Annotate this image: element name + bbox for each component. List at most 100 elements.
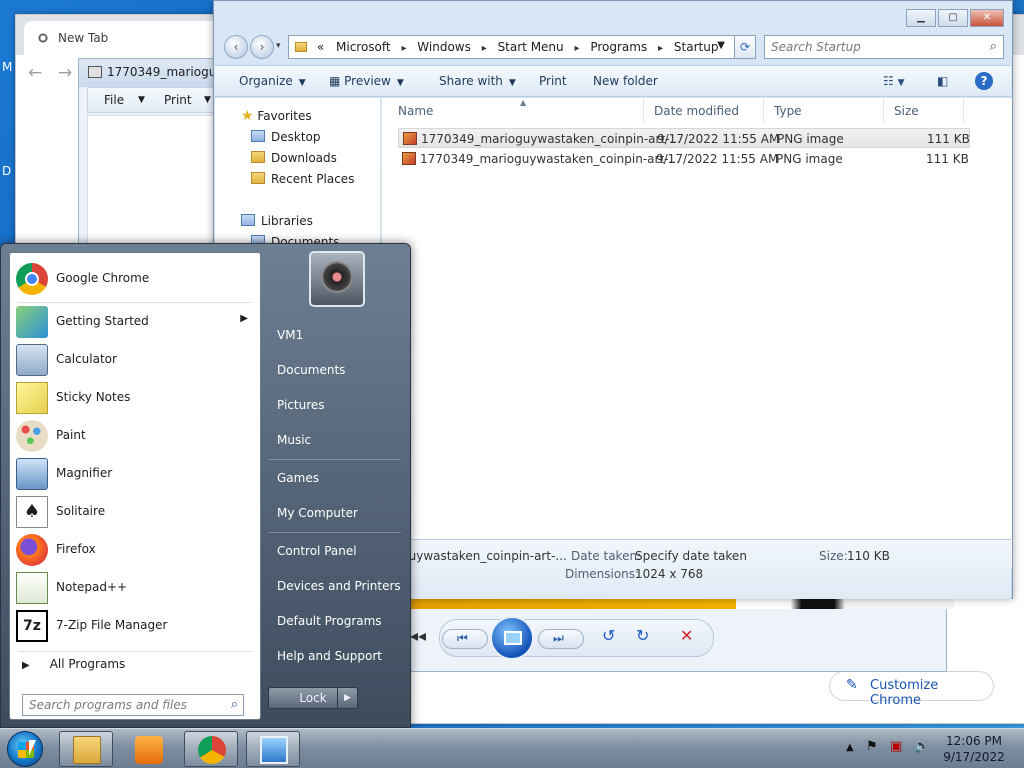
date-taken-value[interactable]: Specify date taken [635,549,747,563]
taskbar-media-player[interactable] [121,731,175,767]
system-clock[interactable]: 12:06 PM 9/17/2022 [930,733,1018,765]
chevron-right-icon[interactable]: ▸ [394,43,413,54]
recent-pages-chevron-icon[interactable]: ▾ [276,41,281,51]
maximize-button[interactable]: ▢ [938,9,968,27]
close-button[interactable]: ✕ [970,9,1004,27]
volume-icon[interactable]: 🔈 [914,739,930,754]
start-right-user[interactable]: VM1 [277,328,303,342]
previous-button[interactable]: ⏮ [442,629,488,649]
network-disconnected-icon[interactable]: ▣ [890,739,902,754]
file-name: 1770349_marioguywastaken_coinpin-art-... [420,152,680,166]
organize-button[interactable]: Organize ▼ [239,74,306,88]
breadcrumb-overflow[interactable]: « [317,40,324,54]
chevron-down-icon[interactable]: ▼ [138,95,145,105]
program-google-chrome[interactable]: Google Chrome [14,261,258,297]
start-search-input[interactable]: Search programs and files ⌕ [22,694,244,716]
breadcrumb-item[interactable]: Microsoft [336,40,391,54]
forward-button[interactable]: › [250,35,274,59]
nav-libraries[interactable]: Libraries [241,214,313,228]
file-row[interactable]: 1770349_marioguywastaken_coinpin-art-...… [398,128,970,148]
chevron-right-icon[interactable]: ▸ [475,43,494,54]
chevron-down-icon[interactable]: ▼ [717,40,725,51]
program-notepadpp[interactable]: Notepad++ [14,570,258,606]
back-button[interactable]: ‹ [224,35,248,59]
chevron-right-icon[interactable]: ▶ [240,313,248,324]
breadcrumb-item[interactable]: Windows [417,40,471,54]
rotate-clockwise-icon[interactable]: ↻ [636,626,649,645]
view-options-icon[interactable]: ☷ ▼ [883,74,905,88]
chrome-tab[interactable]: New Tab [24,21,224,55]
size-label: Size: [819,549,848,563]
slideshow-button[interactable] [490,616,534,660]
program-7zip[interactable]: 7z 7-Zip File Manager [14,608,258,644]
preview-pane-icon[interactable]: ◧ [937,74,948,88]
next-button[interactable]: ⏭ [538,629,584,649]
program-solitaire[interactable]: ♠ Solitaire [14,494,258,530]
program-sticky-notes[interactable]: Sticky Notes [14,380,258,416]
start-right-help-support[interactable]: Help and Support [277,649,382,663]
column-header-name[interactable]: Name [388,98,644,122]
minimize-button[interactable]: ▁ [906,9,936,27]
back-arrow-icon[interactable]: ← [28,63,42,83]
print-menu[interactable]: Print [164,93,192,107]
customize-chrome-button[interactable]: ✎ Customize Chrome [829,671,994,708]
print-button[interactable]: Print [539,74,567,88]
file-row[interactable]: 1770349_marioguywastaken_coinpin-art-...… [398,149,970,169]
chevron-right-icon[interactable]: ▸ [567,43,586,54]
action-center-icon[interactable]: ⚑ [866,739,878,754]
taskbar-photo-viewer[interactable] [246,731,300,767]
help-icon[interactable]: ? [975,72,993,90]
column-header-size[interactable]: Size [884,98,964,122]
search-icon[interactable]: ⌕ [990,39,997,54]
forward-arrow-icon[interactable]: → [58,63,72,83]
start-right-default-programs[interactable]: Default Programs [277,614,382,628]
delete-icon[interactable]: ✕ [680,626,693,645]
program-calculator[interactable]: Calculator [14,342,258,378]
column-header-type[interactable]: Type [764,98,884,122]
start-right-my-computer[interactable]: My Computer [277,506,358,520]
breadcrumb-item[interactable]: Startup [674,40,719,54]
chevron-right-icon[interactable]: ▶ [337,688,357,708]
nav-downloads[interactable]: Downloads [251,151,337,165]
program-paint[interactable]: Paint [14,418,258,454]
start-right-music[interactable]: Music [277,433,311,447]
start-right-games[interactable]: Games [277,471,319,485]
preview-button[interactable]: ▦ Preview ▼ [329,74,404,88]
new-folder-button[interactable]: New folder [593,74,658,88]
rewind-icon[interactable]: ◂◂ [410,626,426,645]
breadcrumb-item[interactable]: Programs [590,40,647,54]
taskbar-chrome[interactable] [184,731,238,767]
start-right-control-panel[interactable]: Control Panel [277,544,357,558]
all-programs-button[interactable]: ▶ All Programs [22,657,125,671]
nav-desktop[interactable]: Desktop [251,130,321,144]
chevron-right-icon[interactable]: ▸ [651,43,670,54]
breadcrumb-item[interactable]: Start Menu [498,40,564,54]
program-getting-started[interactable]: Getting Started ▶ [14,304,258,340]
program-magnifier[interactable]: Magnifier [14,456,258,492]
lock-button[interactable]: Lock ▶ [268,687,358,709]
file-list[interactable]: Name ▲ Date modified Type Size 1770349_m… [382,98,1012,568]
organize-label: Organize [239,74,293,88]
file-menu[interactable]: File [104,93,124,107]
taskbar-explorer[interactable] [59,731,113,767]
share-with-button[interactable]: Share with ▼ [439,74,516,88]
rotate-counterclockwise-icon[interactable]: ↺ [602,626,615,645]
start-right-devices-printers[interactable]: Devices and Printers [277,579,401,593]
chevron-down-icon: ▼ [508,78,516,88]
show-hidden-icons-icon[interactable]: ▲ [846,742,854,753]
column-header-date[interactable]: Date modified [644,98,764,122]
search-input[interactable]: Search Startup ⌕ [764,35,1004,59]
search-icon[interactable]: ⌕ [231,697,238,712]
start-right-pictures[interactable]: Pictures [277,398,325,412]
refresh-button[interactable]: ⟳ [734,35,756,59]
nav-recent-places[interactable]: Recent Places [251,172,354,186]
start-right-documents[interactable]: Documents [277,363,345,377]
user-picture[interactable] [309,251,365,307]
chevron-down-icon[interactable]: ▼ [204,95,211,105]
program-label: 7-Zip File Manager [56,618,168,632]
program-firefox[interactable]: Firefox [14,532,258,568]
png-file-icon [402,152,416,165]
address-bar[interactable]: « Microsoft ▸ Windows ▸ Start Menu ▸ Pro… [288,35,756,59]
start-button[interactable] [7,731,43,767]
nav-favorites[interactable]: ★ Favorites [241,108,312,124]
